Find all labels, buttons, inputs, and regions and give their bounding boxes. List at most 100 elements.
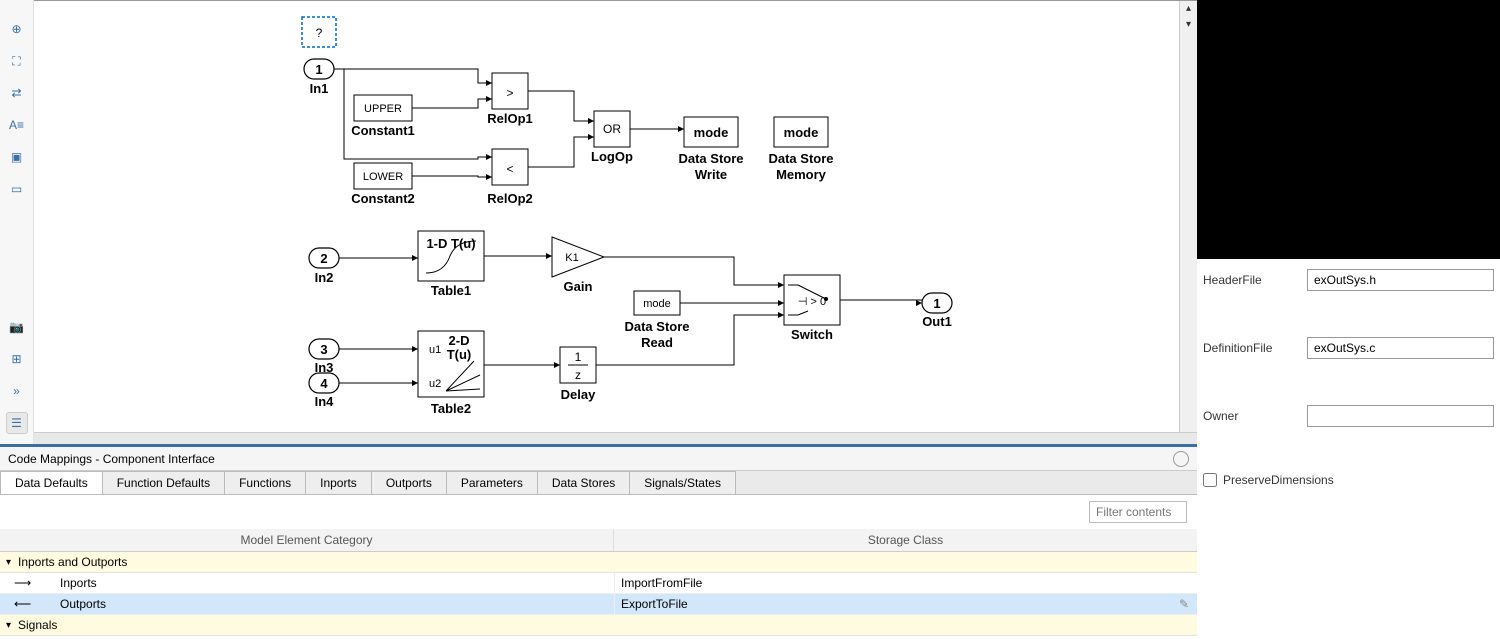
svg-text:RelOp1: RelOp1	[487, 111, 533, 126]
group-label: Inports and Outports	[18, 555, 127, 569]
svg-text:In2: In2	[315, 270, 334, 285]
tab-outports[interactable]: Outports	[371, 471, 447, 494]
gear-icon[interactable]	[1173, 451, 1189, 467]
block-delay[interactable]: 1 z Delay	[560, 347, 596, 402]
svg-text:>: >	[506, 86, 513, 100]
tab-data-defaults[interactable]: Data Defaults	[0, 471, 103, 494]
svg-text:⊣ > 0: ⊣ > 0	[798, 296, 826, 308]
group-inports-outports[interactable]: ▾ Inports and Outports	[0, 552, 1197, 573]
svg-text:3: 3	[320, 342, 327, 357]
prop-row-owner: Owner	[1203, 405, 1494, 427]
panel-icon[interactable]: ⊞	[6, 348, 28, 370]
vertical-scrollbar[interactable]: ▴ ▾	[1179, 1, 1197, 444]
svg-text:LogOp: LogOp	[591, 149, 633, 164]
row-inports-name: Inports	[28, 573, 614, 593]
block-table1[interactable]: 1-D T(u) Table1	[418, 231, 484, 298]
svg-text:UPPER: UPPER	[364, 103, 402, 115]
model-canvas[interactable]: ? 1 In1 UPPER Constant1	[34, 0, 1197, 444]
inport-in1[interactable]: 1 In1	[304, 59, 334, 96]
scroll-up-icon[interactable]: ▴	[1180, 1, 1197, 17]
chevron-down-icon: ▾	[6, 557, 18, 568]
code-mappings-dock: Code Mappings - Component Interface Data…	[0, 444, 1197, 639]
outport-out1[interactable]: 1 Out1	[922, 293, 952, 329]
screenshot-icon[interactable]: 📷	[6, 316, 28, 338]
definitionfile-input[interactable]	[1307, 337, 1494, 359]
block-logop[interactable]: OR LogOp	[591, 111, 633, 164]
block-gain[interactable]: K1 Gain	[552, 237, 604, 294]
svg-text:LOWER: LOWER	[363, 171, 403, 183]
row-outports-value[interactable]: ExportToFile	[614, 594, 1179, 614]
dock-tabs: Data Defaults Function Defaults Function…	[0, 471, 1197, 495]
svg-text:mode: mode	[784, 125, 819, 140]
horizontal-scrollbar[interactable]	[34, 432, 1197, 444]
block-table2[interactable]: u1 u2 2-D T(u) Table2	[418, 331, 484, 416]
property-preview-area	[1197, 0, 1500, 259]
area-icon[interactable]: ▭	[6, 178, 28, 200]
fit-to-screen-icon[interactable]: ⛶	[6, 50, 28, 72]
prop-row-preservedims: PreserveDimensions	[1203, 473, 1494, 487]
forward-icon[interactable]: ⇄	[6, 82, 28, 104]
svg-text:Memory: Memory	[776, 167, 827, 182]
scroll-down-icon[interactable]: ▾	[1180, 17, 1197, 33]
image-icon[interactable]: ▣	[6, 146, 28, 168]
pencil-icon[interactable]: ✎	[1179, 597, 1197, 611]
collapse-icon[interactable]: »	[6, 380, 28, 402]
svg-text:2-D: 2-D	[449, 333, 470, 348]
svg-text:Data Store: Data Store	[768, 151, 833, 166]
svg-text:z: z	[575, 368, 581, 382]
chevron-down-icon: ▾	[6, 620, 18, 631]
svg-text:1: 1	[575, 350, 582, 364]
inport-in4[interactable]: 4 In4	[309, 373, 339, 409]
svg-text:Gain: Gain	[564, 279, 593, 294]
svg-text:Data Store: Data Store	[624, 319, 689, 334]
block-constant2[interactable]: LOWER Constant2	[351, 163, 415, 206]
svg-text:u2: u2	[429, 378, 441, 390]
headerfile-input[interactable]	[1307, 269, 1494, 291]
block-datastore-memory[interactable]: mode Data Store Memory	[768, 117, 833, 182]
svg-text:mode: mode	[694, 125, 729, 140]
zoom-in-icon[interactable]: ⊕	[6, 18, 28, 40]
svg-text:RelOp2: RelOp2	[487, 191, 533, 206]
tab-signals-states[interactable]: Signals/States	[629, 471, 736, 494]
block-relop2[interactable]: < RelOp2	[487, 149, 533, 206]
svg-text:In4: In4	[315, 394, 335, 409]
row-inports-value[interactable]: ImportFromFile	[614, 573, 1197, 593]
inport-in2[interactable]: 2 In2	[309, 248, 339, 285]
inport-in3[interactable]: 3 In3	[309, 339, 339, 375]
svg-text:2: 2	[320, 251, 327, 266]
column-storage-class: Storage Class	[614, 529, 1197, 551]
svg-text:T(u): T(u)	[447, 347, 472, 362]
tab-data-stores[interactable]: Data Stores	[537, 471, 630, 494]
filter-input[interactable]	[1089, 501, 1187, 523]
model-canvas-zone: ⊕ ⛶ ⇄ A≡ ▣ ▭ 📷 ⊞ » ☰ ?	[0, 0, 1197, 444]
block-switch[interactable]: ⊣ > 0 Switch	[784, 275, 840, 342]
grid-header: Model Element Category Storage Class	[0, 529, 1197, 552]
svg-text:Table2: Table2	[431, 401, 471, 416]
annotation-icon[interactable]: A≡	[6, 114, 28, 136]
headerfile-label: HeaderFile	[1203, 269, 1307, 287]
group-signals[interactable]: ▾ Signals	[0, 615, 1197, 636]
dock-title-bar: Code Mappings - Component Interface	[0, 447, 1197, 471]
svg-text:Switch: Switch	[791, 327, 833, 342]
svg-text:In1: In1	[310, 81, 329, 96]
svg-text:Read: Read	[641, 335, 673, 350]
tab-parameters[interactable]: Parameters	[446, 471, 538, 494]
column-model-element: Model Element Category	[0, 529, 614, 551]
tab-inports[interactable]: Inports	[305, 471, 372, 494]
block-datastore-read[interactable]: mode Data Store Read	[624, 291, 689, 350]
preservedimensions-checkbox[interactable]	[1203, 473, 1217, 487]
tab-function-defaults[interactable]: Function Defaults	[102, 471, 225, 494]
properties-icon[interactable]: ☰	[6, 412, 28, 434]
inport-icon: ⟶	[0, 576, 28, 590]
block-relop1[interactable]: > RelOp1	[487, 73, 533, 126]
code-mappings-grid: Model Element Category Storage Class ▾ I…	[0, 529, 1197, 639]
tab-functions[interactable]: Functions	[224, 471, 306, 494]
block-datastore-write[interactable]: mode Data Store Write	[678, 117, 743, 182]
block-constant1[interactable]: UPPER Constant1	[351, 95, 415, 138]
row-inports[interactable]: ⟶ Inports ImportFromFile	[0, 573, 1197, 594]
outport-icon: ⟵	[0, 597, 28, 611]
row-outports[interactable]: ⟵ Outports ExportToFile ✎	[0, 594, 1197, 615]
owner-input[interactable]	[1307, 405, 1494, 427]
model-help-label: ?	[316, 26, 323, 40]
svg-text:Constant1: Constant1	[351, 123, 415, 138]
